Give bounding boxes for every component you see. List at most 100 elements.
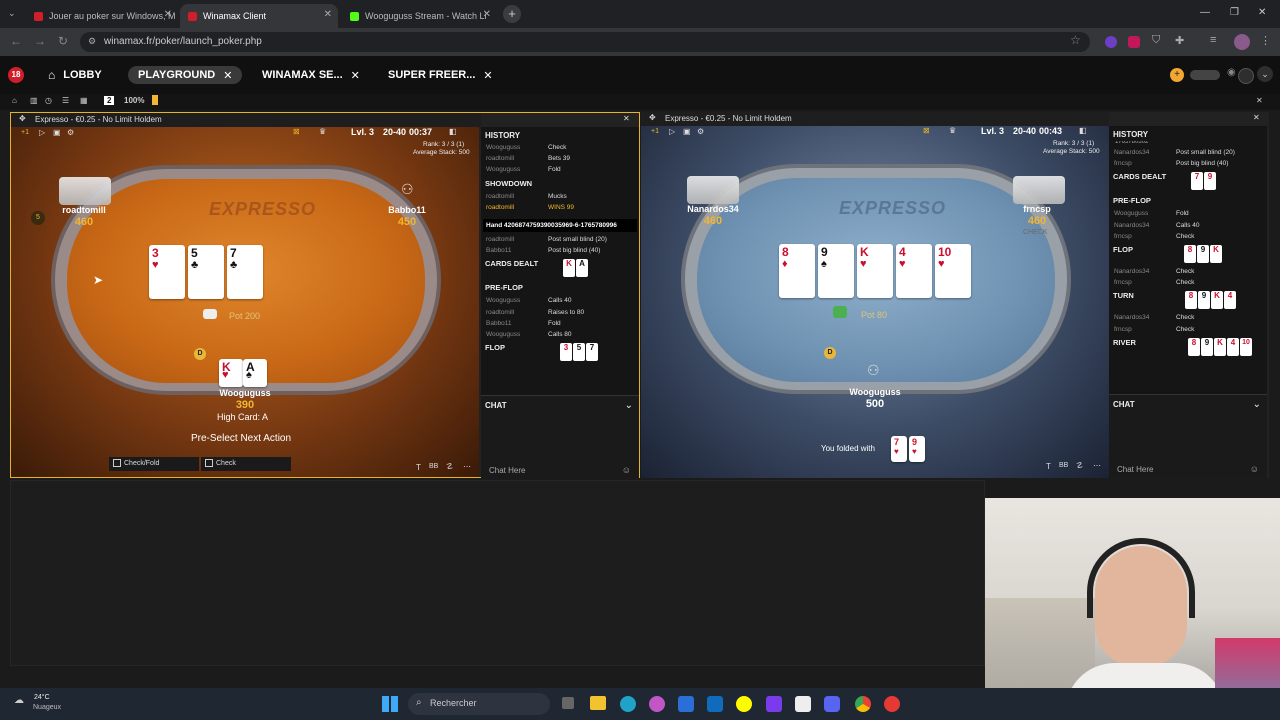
check-option[interactable]: Check — [201, 457, 291, 471]
history-icon[interactable]: ◷ — [45, 96, 52, 105]
account-avatar[interactable] — [1238, 68, 1254, 84]
profile-avatar[interactable] — [1234, 34, 1250, 50]
settings-icon[interactable]: ⚙ — [67, 128, 74, 137]
extension-icon-2[interactable] — [1128, 36, 1140, 48]
winamax-series-tab[interactable]: WINAMAX SE... ✕ — [252, 66, 370, 84]
x-icon[interactable]: ⊠ — [293, 127, 300, 136]
outlook-icon[interactable] — [707, 696, 723, 712]
more-icon[interactable]: ⋯ — [1093, 461, 1101, 470]
account-menu-chevron-icon[interactable]: ⌄ — [1257, 66, 1273, 82]
chat-input[interactable]: Chat Here — [489, 466, 525, 475]
stats-icon[interactable]: ▥ — [30, 96, 38, 105]
menu-lines-icon[interactable]: ≡ — [1210, 34, 1216, 46]
weather-icon[interactable]: ☁ — [14, 695, 24, 706]
file-explorer-icon[interactable] — [590, 696, 606, 710]
settings-icon[interactable]: ⚙ — [697, 127, 704, 136]
new-tab-icon[interactable]: + — [503, 5, 521, 23]
copilot-icon[interactable] — [649, 696, 665, 712]
close-toolbar-icon[interactable]: ✕ — [1256, 96, 1263, 105]
note-icon[interactable] — [152, 95, 158, 105]
close-table-icon[interactable]: ✕ — [1253, 113, 1260, 122]
browser-tab-3[interactable]: Wooguguss Stream - Watch Li ✕ — [342, 4, 497, 28]
weather-text[interactable]: Nuageux — [33, 704, 61, 711]
close-window-icon[interactable]: ✕ — [1258, 7, 1266, 18]
reload-icon[interactable]: ↻ — [58, 34, 68, 48]
close-tab-icon[interactable]: ✕ — [351, 69, 360, 82]
trophy-icon[interactable]: ♛ — [319, 127, 326, 136]
chat-title[interactable]: CHAT — [1109, 395, 1267, 414]
chrome-icon[interactable] — [855, 696, 871, 712]
check-fold-option[interactable]: Check/Fold — [109, 457, 199, 471]
url-field[interactable]: ⚙ winamax.fr/poker/launch_poker.php — [80, 32, 1090, 52]
back-icon[interactable]: ← — [10, 34, 22, 48]
info-icon[interactable]: ▣ — [53, 128, 61, 137]
kebab-menu-icon[interactable]: ⋮ — [1260, 34, 1271, 47]
hand-counter-icon[interactable]: +1 — [651, 128, 659, 135]
hand-counter-icon[interactable]: +1 — [21, 129, 29, 136]
close-tab-icon[interactable]: ✕ — [324, 9, 332, 20]
move-icon[interactable]: ✥ — [649, 113, 656, 122]
emoji-icon[interactable]: ☺ — [1250, 464, 1259, 474]
task-view-icon[interactable] — [562, 697, 574, 709]
close-tab-icon[interactable]: ✕ — [164, 9, 172, 20]
obsidian-icon[interactable] — [766, 696, 782, 712]
browser-tab-2[interactable]: Winamax Client ✕ — [180, 4, 338, 28]
play-icon[interactable]: ▷ — [669, 127, 675, 136]
x-icon[interactable]: ⊠ — [923, 126, 930, 135]
layout-icon[interactable]: ☰ — [62, 96, 69, 105]
maximize-icon[interactable]: ❐ — [1230, 7, 1239, 18]
shield-icon[interactable]: ⛉ — [1152, 34, 1160, 47]
snapchat-icon[interactable] — [736, 696, 752, 712]
browser-tab-1[interactable]: Jouer au poker sur Windows, M ✕ — [26, 4, 178, 28]
balance-coin-icon[interactable]: + — [1170, 68, 1184, 82]
playground-tab[interactable]: PLAYGROUND ✕ — [128, 66, 243, 84]
site-info-icon[interactable]: ⚙ — [88, 36, 96, 47]
tab-list-chevron-icon[interactable]: ⌄ — [8, 8, 16, 19]
emoji-icon[interactable]: ☺ — [622, 465, 631, 475]
store-icon[interactable] — [678, 696, 694, 712]
extension-icon-1[interactable] — [1105, 36, 1117, 48]
collapse-chevron-icon[interactable]: ⌄ — [625, 400, 633, 411]
close-tab-icon[interactable]: ✕ — [483, 9, 491, 20]
bookmark-star-icon[interactable]: ☆ — [1070, 33, 1081, 47]
edge-icon[interactable] — [620, 696, 636, 712]
hand-id[interactable]: Hand 4206874759390035969-6-1765780996 — [483, 218, 637, 232]
zoom-level[interactable]: 100% — [124, 96, 144, 105]
minimize-icon[interactable]: — — [1200, 7, 1210, 18]
collapse-chevron-icon[interactable]: ⌄ — [1253, 399, 1261, 410]
super-freeroll-tab[interactable]: SUPER FREER... ✕ — [378, 66, 503, 84]
close-table-icon[interactable]: ✕ — [623, 114, 630, 123]
lobby-tab[interactable]: ⌂ LOBBY — [38, 66, 112, 84]
chart-icon[interactable]: ☡ — [1076, 461, 1083, 470]
trophy-icon[interactable]: ♛ — [949, 126, 956, 135]
puzzle-icon[interactable]: ✚ — [1175, 34, 1184, 47]
grid-icon[interactable]: ▦ — [80, 96, 88, 105]
app-icon[interactable] — [884, 696, 900, 712]
text-size-icon[interactable]: T — [416, 463, 421, 472]
taskbar-search[interactable]: ⌕ Rechercher — [408, 693, 550, 715]
windows-start-icon[interactable] — [382, 696, 398, 712]
layout-toggle-icon[interactable]: ◧ — [1079, 126, 1087, 135]
chart-icon[interactable]: ☡ — [446, 462, 453, 471]
play-icon[interactable]: ▷ — [39, 128, 45, 137]
capcut-icon[interactable] — [795, 696, 811, 712]
chat-input[interactable]: Chat Here — [1117, 465, 1153, 474]
checkbox[interactable] — [205, 459, 213, 467]
discord-icon[interactable] — [824, 696, 840, 712]
chat-title[interactable]: CHAT — [481, 396, 639, 415]
eye-icon[interactable]: ◉ — [1227, 67, 1236, 78]
bb-toggle-icon[interactable]: BB — [429, 463, 438, 470]
info-icon[interactable]: ▣ — [683, 127, 691, 136]
checkbox[interactable] — [113, 459, 121, 467]
hidden-balance[interactable] — [1190, 70, 1220, 80]
forward-icon[interactable]: → — [34, 34, 46, 48]
close-tab-icon[interactable]: ✕ — [483, 69, 492, 82]
layout-toggle-icon[interactable]: ◧ — [449, 127, 457, 136]
more-icon[interactable]: ⋯ — [463, 462, 471, 471]
close-tab-icon[interactable]: ✕ — [223, 69, 232, 82]
move-icon[interactable]: ✥ — [19, 114, 26, 123]
text-size-icon[interactable]: T — [1046, 462, 1051, 471]
temperature[interactable]: 24°C — [34, 694, 50, 701]
home-icon[interactable]: ⌂ — [12, 96, 17, 105]
bb-toggle-icon[interactable]: BB — [1059, 462, 1068, 469]
